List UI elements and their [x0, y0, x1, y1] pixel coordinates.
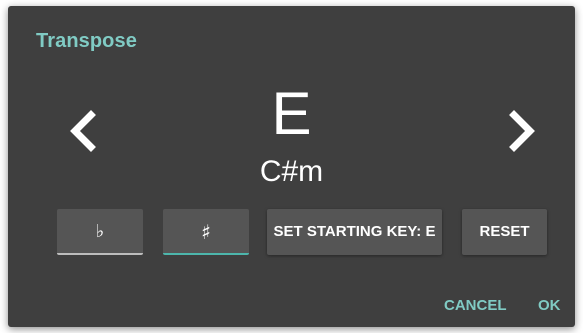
next-key-button[interactable]: [503, 109, 543, 153]
cancel-button[interactable]: CANCEL: [444, 297, 507, 314]
set-starting-key-button[interactable]: SET STARTING KEY: E: [267, 209, 442, 255]
sharp-toggle[interactable]: ♯: [163, 209, 249, 255]
transpose-dialog: Transpose E C#m ♭ ♯ SET STARTING KEY: E …: [8, 6, 575, 327]
chevron-right-icon: [509, 110, 535, 152]
flat-toggle[interactable]: ♭: [57, 209, 143, 255]
current-key: E: [271, 80, 312, 147]
relative-minor-key: C#m: [259, 155, 324, 188]
ok-button[interactable]: OK: [538, 297, 561, 314]
reset-button[interactable]: RESET: [462, 209, 547, 255]
dialog-title: Transpose: [36, 30, 137, 52]
